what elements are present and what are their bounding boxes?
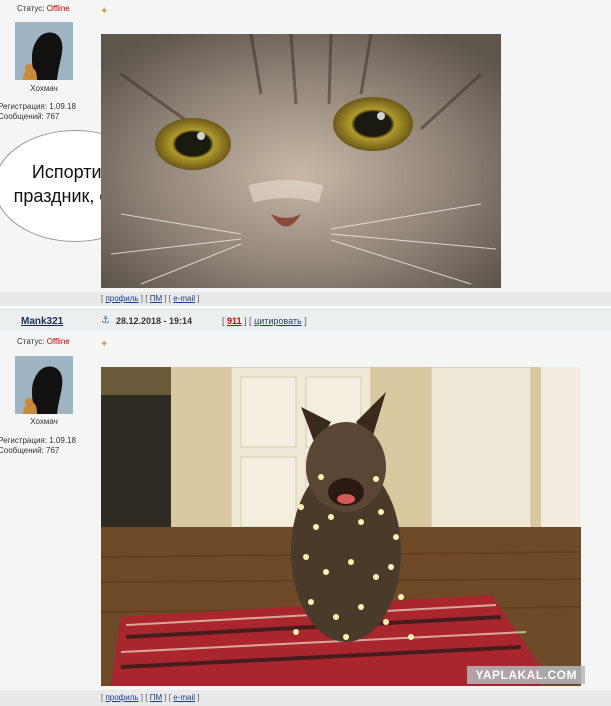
star-icon: ✦ — [100, 6, 109, 17]
pm-link[interactable]: ПМ — [150, 294, 162, 303]
user-caption: Хохмач — [30, 417, 58, 426]
profile-link[interactable]: профиль — [105, 294, 138, 303]
watermark: YAPLAKAL.COM — [467, 666, 585, 684]
offline-status: Offline — [46, 337, 70, 346]
post-1-footer — [0, 292, 611, 306]
post-2-status: Статус: Offline — [17, 337, 70, 346]
avatar[interactable] — [15, 356, 73, 414]
anchor-icon[interactable]: ⚓ — [101, 315, 110, 326]
post-number-link[interactable]: 911 — [227, 316, 242, 326]
offline-status: Offline — [46, 4, 70, 13]
avatar[interactable] — [15, 22, 73, 80]
pm-link[interactable]: ПМ — [150, 693, 162, 702]
user-caption: Хохмач — [30, 84, 58, 93]
registration-info: Регистрация: 1.09.18 Сообщений: 767 — [0, 102, 76, 121]
email-link[interactable]: e-mail — [173, 693, 195, 702]
cat-photo — [101, 34, 501, 288]
post-2-footer — [0, 690, 611, 706]
post-date: 28.12.2018 - 19:14 — [116, 316, 193, 326]
registration-info: Регистрация: 1.09.18 Сообщений: 767 — [0, 436, 76, 455]
star-icon: ✦ — [100, 339, 109, 350]
post-actions: [ 911 ] [ цитировать ] — [222, 316, 307, 326]
dog-photo — [101, 367, 581, 686]
post-1-status: Статус: Offline — [17, 4, 70, 13]
cite-link[interactable]: цитировать — [254, 316, 302, 326]
author-link[interactable]: Mank321 — [21, 316, 63, 327]
post-2-links: [ профиль ] [ ПМ ] [ e-mail ] — [101, 693, 200, 702]
profile-link[interactable]: профиль — [105, 693, 138, 702]
email-link[interactable]: e-mail — [173, 294, 195, 303]
post-1-links: [ профиль ] [ ПМ ] [ e-mail ] — [101, 294, 200, 303]
